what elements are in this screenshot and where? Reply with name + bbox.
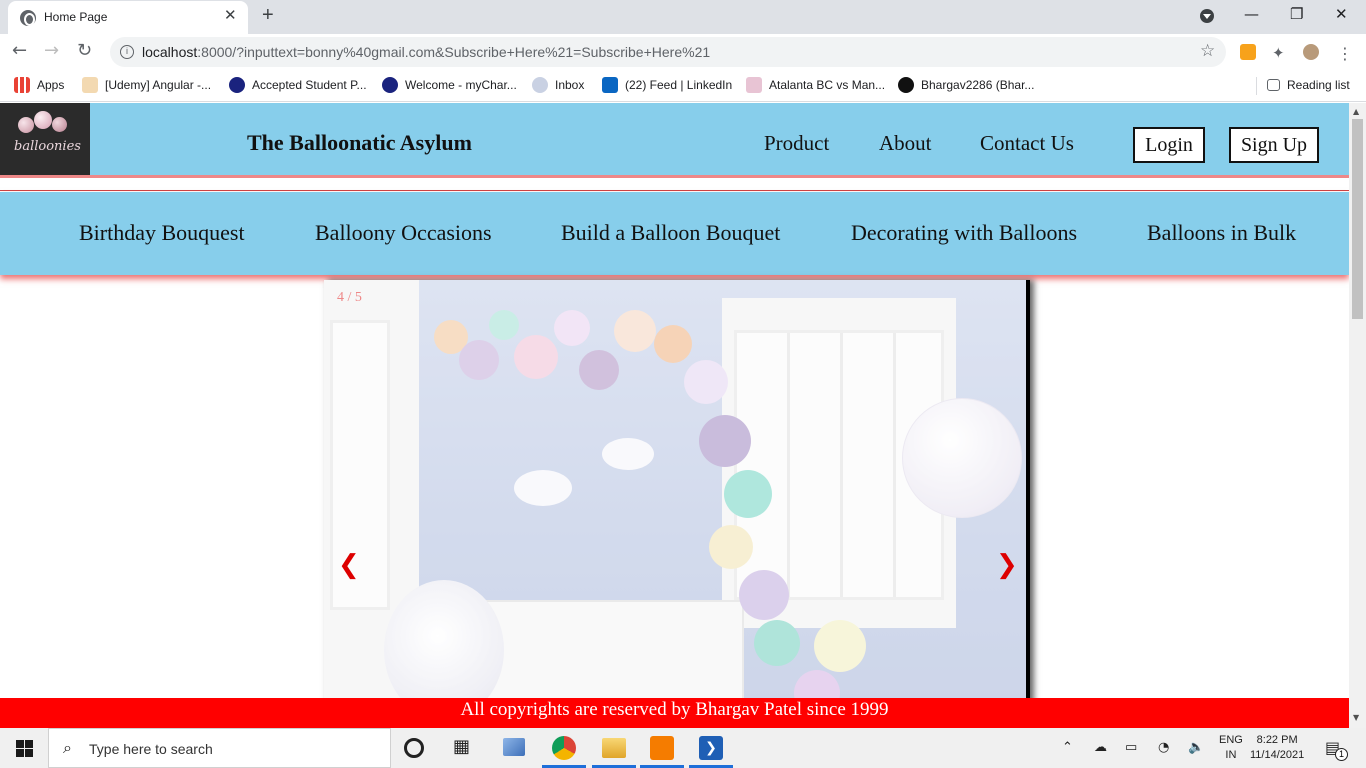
show-hidden-icons-chevron[interactable]: ⌃ bbox=[1062, 740, 1073, 755]
category-birthday-bouquest[interactable]: Birthday Bouquest bbox=[79, 220, 245, 246]
linkedin-icon bbox=[602, 77, 618, 93]
windows-start-icon[interactable] bbox=[16, 740, 33, 757]
slide-image bbox=[324, 280, 1026, 720]
this-pc-icon[interactable] bbox=[503, 738, 525, 756]
slide-overlay bbox=[324, 280, 1026, 720]
browser-toolbar: ← → ↻ i localhost:8000/?inputtext=bonny%… bbox=[0, 34, 1366, 70]
reload-icon[interactable]: ↻ bbox=[77, 40, 92, 61]
volume-icon[interactable]: 🔈 bbox=[1188, 740, 1204, 755]
bookmark-github[interactable]: Bhargav2286 (Bhar... bbox=[898, 77, 1034, 95]
chrome-icon[interactable] bbox=[552, 736, 576, 760]
footer-text: All copyrights are reserved by Bhargav P… bbox=[460, 699, 889, 720]
site-logo[interactable]: balloonies bbox=[0, 103, 90, 175]
bookmark-inbox[interactable]: Inbox bbox=[532, 77, 584, 95]
input-language[interactable]: ENG IN bbox=[1219, 733, 1243, 763]
compass-icon bbox=[229, 77, 245, 93]
search-placeholder: Type here to search bbox=[89, 741, 213, 757]
balloon-icon bbox=[18, 117, 34, 133]
apps-grid-icon bbox=[14, 77, 30, 93]
wifi-icon[interactable]: ◔ bbox=[1158, 740, 1169, 755]
xampp-icon[interactable] bbox=[650, 736, 674, 760]
taskbar-search-box[interactable]: ⌕ Type here to search bbox=[48, 728, 391, 768]
nav-about[interactable]: About bbox=[879, 131, 932, 156]
task-view-icon[interactable]: ▦ bbox=[453, 736, 477, 760]
site-title: The Balloonatic Asylum bbox=[247, 130, 472, 155]
bookmark-star-icon[interactable]: ☆ bbox=[1200, 41, 1215, 61]
powershell-icon[interactable]: ❯ bbox=[699, 736, 723, 760]
bookmark-udemy[interactable]: [Udemy] Angular -... bbox=[82, 77, 211, 95]
prev-slide-button[interactable]: ❮ bbox=[338, 550, 360, 580]
sport-icon bbox=[746, 77, 762, 93]
category-bar: Birthday Bouquest Balloony Occasions Bui… bbox=[0, 192, 1349, 275]
nav-contact-us[interactable]: Contact Us bbox=[980, 131, 1074, 156]
signup-button[interactable]: Sign Up bbox=[1229, 127, 1319, 163]
minimize-button[interactable]: — bbox=[1244, 5, 1259, 23]
scroll-up-icon[interactable]: ▲ bbox=[1353, 107, 1359, 116]
file-explorer-icon[interactable] bbox=[602, 738, 626, 758]
extension-icon[interactable] bbox=[1240, 44, 1256, 60]
next-slide-button[interactable]: ❯ bbox=[996, 550, 1018, 580]
category-decorating-with-balloons[interactable]: Decorating with Balloons bbox=[851, 220, 1077, 246]
avatar[interactable] bbox=[1303, 44, 1319, 60]
page-viewport: balloonies The Balloonatic Asylum Produc… bbox=[0, 103, 1349, 728]
tab-home-page[interactable]: Home Page ✕ bbox=[8, 1, 248, 34]
udemy-icon bbox=[82, 77, 98, 93]
bookmarks-bar: Apps [Udemy] Angular -... Accepted Stude… bbox=[0, 70, 1366, 102]
site-footer: All copyrights are reserved by Bhargav P… bbox=[0, 698, 1349, 728]
notification-count-badge: 1 bbox=[1335, 748, 1348, 761]
search-icon: ⌕ bbox=[63, 738, 72, 757]
seal-icon bbox=[532, 77, 548, 93]
scroll-down-icon[interactable]: ▼ bbox=[1353, 713, 1359, 722]
battery-icon[interactable]: ▭ bbox=[1125, 740, 1137, 755]
category-balloony-occasions[interactable]: Balloony Occasions bbox=[315, 220, 492, 246]
category-balloons-in-bulk[interactable]: Balloons in Bulk bbox=[1147, 220, 1296, 246]
tab-search-icon[interactable] bbox=[1200, 9, 1214, 23]
windows-taskbar: ⌕ Type here to search ▦ ❯ ⌃ ☁ ▭ ◔ 🔈 ENG … bbox=[0, 728, 1366, 768]
slide-counter: 4 / 5 bbox=[337, 290, 362, 305]
tab-title: Home Page bbox=[44, 10, 108, 24]
url-text: localhost:8000/?inputtext=bonny%40gmail.… bbox=[142, 44, 711, 60]
logo-text: balloonies bbox=[14, 139, 81, 154]
nav-product[interactable]: Product bbox=[764, 131, 829, 156]
compass-icon bbox=[382, 77, 398, 93]
forward-arrow-icon[interactable]: → bbox=[44, 40, 59, 61]
address-bar[interactable]: i localhost:8000/?inputtext=bonny%40gmai… bbox=[110, 37, 1226, 67]
menu-dots-icon[interactable]: ⋮ bbox=[1337, 44, 1353, 63]
onedrive-icon[interactable]: ☁ bbox=[1094, 740, 1107, 755]
balloon-icon bbox=[52, 117, 67, 132]
github-icon bbox=[898, 77, 914, 93]
close-window-button[interactable]: ✕ bbox=[1335, 5, 1348, 23]
reading-list[interactable]: Reading list bbox=[1256, 77, 1350, 95]
site-header: balloonies The Balloonatic Asylum Produc… bbox=[0, 103, 1349, 175]
scroll-thumb[interactable] bbox=[1352, 119, 1363, 319]
back-arrow-icon[interactable]: ← bbox=[12, 40, 27, 61]
globe-icon bbox=[20, 10, 36, 26]
page-scrollbar[interactable]: ▲ ▼ bbox=[1349, 103, 1366, 728]
tab-strip: Home Page ✕ + — ❐ ✕ bbox=[0, 0, 1366, 34]
cortana-icon[interactable] bbox=[404, 738, 424, 758]
close-tab-icon[interactable]: ✕ bbox=[224, 6, 237, 24]
bookmark-accepted-student[interactable]: Accepted Student P... bbox=[229, 77, 367, 95]
login-button[interactable]: Login bbox=[1133, 127, 1205, 163]
header-divider bbox=[0, 190, 1349, 191]
system-clock[interactable]: 8:22 PM 11/14/2021 bbox=[1250, 733, 1304, 763]
info-icon[interactable]: i bbox=[120, 45, 134, 59]
bookmark-mycharlotte[interactable]: Welcome - myChar... bbox=[382, 77, 517, 95]
new-tab-button[interactable]: + bbox=[262, 4, 274, 27]
reading-list-icon bbox=[1267, 78, 1280, 91]
maximize-button[interactable]: ❐ bbox=[1290, 5, 1303, 23]
bookmark-atalanta[interactable]: Atalanta BC vs Man... bbox=[746, 77, 885, 95]
balloon-icon bbox=[34, 111, 52, 129]
image-slideshow: 4 / 5 ❮ ❯ bbox=[324, 280, 1030, 720]
bookmark-linkedin[interactable]: (22) Feed | LinkedIn bbox=[602, 77, 732, 95]
bookmark-apps[interactable]: Apps bbox=[14, 77, 64, 95]
category-build-a-balloon-bouquet[interactable]: Build a Balloon Bouquet bbox=[561, 220, 780, 246]
puzzle-icon[interactable]: ✦ bbox=[1272, 44, 1288, 62]
